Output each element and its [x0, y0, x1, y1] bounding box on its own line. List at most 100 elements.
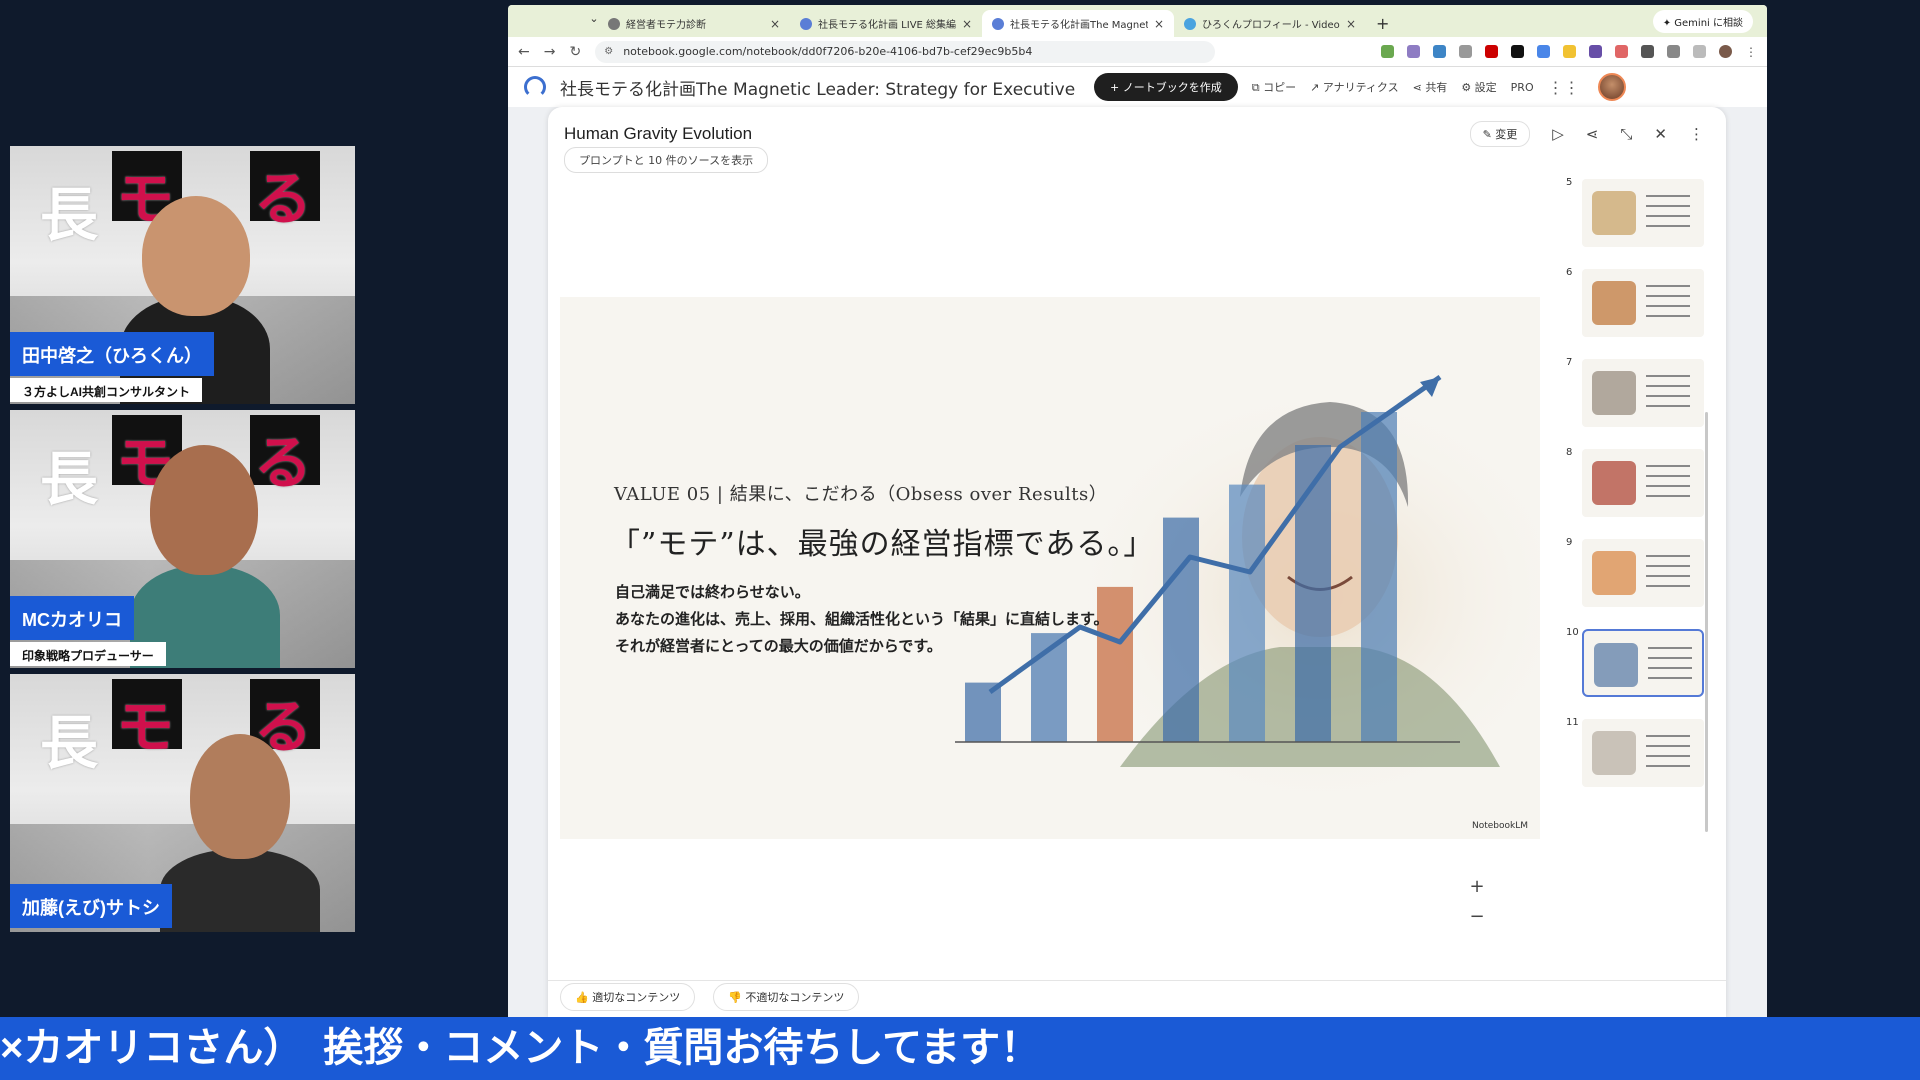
zoom-in-button[interactable]: +: [1464, 872, 1490, 902]
forward-icon[interactable]: →: [544, 44, 556, 60]
tab-close-icon[interactable]: ×: [962, 17, 972, 31]
copy-label: コピー: [1263, 81, 1297, 94]
gemini-button[interactable]: ✦ Gemini に相談: [1652, 10, 1753, 33]
show-sources-button[interactable]: プロンプトと 10 件のソースを表示: [564, 147, 769, 173]
participant-face: [190, 734, 290, 859]
bad-content-button[interactable]: 👎 不適切なコンテンツ: [713, 983, 860, 1011]
tab-2[interactable]: 社長モテる化計画The Magnetic ×: [982, 10, 1174, 37]
extension-icon[interactable]: [1667, 45, 1680, 58]
share-icon[interactable]: ⋖: [1586, 125, 1599, 143]
bad-content-label: 不適切なコンテンツ: [745, 991, 845, 1004]
menu-icon[interactable]: ⋮: [1745, 45, 1757, 59]
share-button[interactable]: ⋖ 共有: [1413, 79, 1448, 95]
tab-close-icon[interactable]: ×: [770, 17, 780, 31]
camera-tile-2: 長 モ る MCカオリコ 印象戦略プロデューサー: [10, 410, 355, 668]
extension-icon[interactable]: [1407, 45, 1420, 58]
tab-1[interactable]: 社長モテる化計画 LIVE 総集編 · ×: [790, 10, 982, 37]
thumbnail-scrollbar[interactable]: [1705, 412, 1708, 832]
thumbnail-image: [1592, 551, 1636, 595]
thumbnail-text-line: [1646, 465, 1690, 467]
settings-button[interactable]: ⚙ 設定: [1461, 79, 1496, 95]
notebooklm-watermark: NotebookLM: [1471, 821, 1528, 831]
back-icon[interactable]: ←: [518, 44, 530, 60]
main-content: Human Gravity Evolution プロンプトと 10 件のソースを…: [508, 107, 1767, 1017]
extensions-puzzle-icon[interactable]: [1693, 45, 1706, 58]
dialog-toolbar: ✎ 変更 ▷ ⋖ ⤡ ✕ ⋮: [1469, 121, 1704, 147]
extension-icon[interactable]: [1641, 45, 1654, 58]
url-input[interactable]: notebook.google.com/notebook/dd0f7206-b2…: [595, 40, 1216, 63]
camera-background-char: 長: [40, 709, 99, 777]
new-tab-button[interactable]: +: [1366, 14, 1399, 37]
collapse-icon[interactable]: ⤡: [1620, 125, 1632, 143]
copy-button[interactable]: ⧉ コピー: [1252, 79, 1296, 95]
participant-role: 印象戦略プロデューサー: [10, 642, 166, 666]
good-content-label: 適切なコンテンツ: [592, 991, 681, 1004]
participant-face: [150, 445, 258, 575]
good-content-button[interactable]: 👍 適切なコンテンツ: [560, 983, 696, 1011]
extension-icon[interactable]: [1563, 45, 1576, 58]
slide-thumbnail[interactable]: [1582, 179, 1704, 247]
zoom-out-button[interactable]: −: [1464, 902, 1490, 932]
thumbnail-text-line: [1646, 385, 1690, 387]
analytics-button[interactable]: ↗ アナリティクス: [1310, 79, 1399, 95]
tab-favicon-icon: [608, 17, 620, 30]
thumbnail-text-line: [1646, 555, 1690, 557]
thumbnail-text-line: [1646, 285, 1690, 287]
tab-0[interactable]: 経営者モテ力診断 ×: [598, 10, 790, 37]
zoom-controls: + −: [1464, 872, 1490, 942]
slide-thumbnail[interactable]: [1582, 629, 1704, 697]
thumbnail-number: 10: [1566, 627, 1579, 638]
extension-icon[interactable]: [1537, 45, 1550, 58]
slide-thumbnail[interactable]: [1582, 719, 1704, 787]
more-icon[interactable]: ⋮: [1689, 125, 1704, 143]
tab-close-icon[interactable]: ×: [1154, 17, 1164, 31]
slide-thumbnail[interactable]: [1582, 539, 1704, 607]
app-header: 社長モテる化計画The Magnetic Leader: Strategy fo…: [508, 67, 1767, 107]
thumbnail-number: 5: [1566, 177, 1573, 188]
thumbnail-text-line: [1648, 667, 1692, 669]
extension-icon[interactable]: [1615, 45, 1628, 58]
thumbnail-number: 9: [1566, 537, 1573, 548]
dialog-title: Human Gravity Evolution: [564, 124, 753, 143]
extension-icon[interactable]: [1381, 45, 1394, 58]
settings-label: 設定: [1474, 81, 1497, 94]
slide-thumbnail[interactable]: [1582, 359, 1704, 427]
tab-favicon-icon: [1184, 17, 1196, 30]
profile-icon[interactable]: [1719, 45, 1732, 58]
chart-bar: [1163, 517, 1199, 742]
slide-value-line: VALUE 05 | 結果に、こだわる（Obsess over Results）: [614, 484, 1108, 505]
play-icon[interactable]: ▷: [1552, 125, 1564, 143]
camera-background-char: る: [254, 429, 313, 497]
chart-bar: [1361, 412, 1397, 742]
avatar[interactable]: [1597, 73, 1626, 101]
extensions-bar: ⋮: [1381, 45, 1757, 59]
participant-name: MCカオリコ: [10, 596, 134, 640]
notebook-title[interactable]: 社長モテる化計画The Magnetic Leader: Strategy fo…: [560, 75, 1080, 100]
extension-icon[interactable]: [1485, 45, 1498, 58]
camera-background-char: 長: [40, 181, 99, 249]
thumbnail-text-line: [1646, 195, 1690, 197]
slide-body: 自己満足では終わらせない。 あなたの進化は、売上、採用、組織活性化という「結果」…: [615, 579, 1109, 660]
address-bar: ← → ↻ notebook.google.com/notebook/dd0f7…: [508, 37, 1767, 67]
extension-icon[interactable]: [1589, 45, 1602, 58]
tab-close-icon[interactable]: ×: [1346, 17, 1356, 31]
notebooklm-logo-icon[interactable]: [524, 76, 546, 98]
feedback-bar: 👍 適切なコンテンツ 👎 不適切なコンテンツ: [560, 983, 860, 1011]
thumbnail-image: [1592, 281, 1636, 325]
reload-icon[interactable]: ↻: [569, 44, 581, 60]
slide-body-line: あなたの進化は、売上、採用、組織活性化という「結果」に直結します。: [615, 611, 1109, 628]
close-icon[interactable]: ✕: [1654, 125, 1667, 143]
extension-icon[interactable]: [1511, 45, 1524, 58]
apps-grid-icon[interactable]: ⋮⋮: [1548, 78, 1580, 97]
extension-icon[interactable]: [1433, 45, 1446, 58]
slide-thumbnail[interactable]: [1582, 269, 1704, 337]
edit-button[interactable]: ✎ 変更: [1469, 121, 1531, 147]
tab-3[interactable]: ひろくんプロフィール - Video ×: [1174, 10, 1366, 37]
create-notebook-button[interactable]: + ノートブックを作成: [1094, 73, 1238, 101]
tab-label: 社長モテる化計画The Magnetic: [1010, 20, 1148, 31]
footer-divider: [548, 980, 1726, 981]
thumbnail-text-line: [1646, 405, 1690, 407]
extension-icon[interactable]: [1459, 45, 1472, 58]
comment-ticker: ×カオリコさん） 挨拶・コメント・質問お待ちしてます！: [0, 1017, 1920, 1080]
slide-thumbnail[interactable]: [1582, 449, 1704, 517]
